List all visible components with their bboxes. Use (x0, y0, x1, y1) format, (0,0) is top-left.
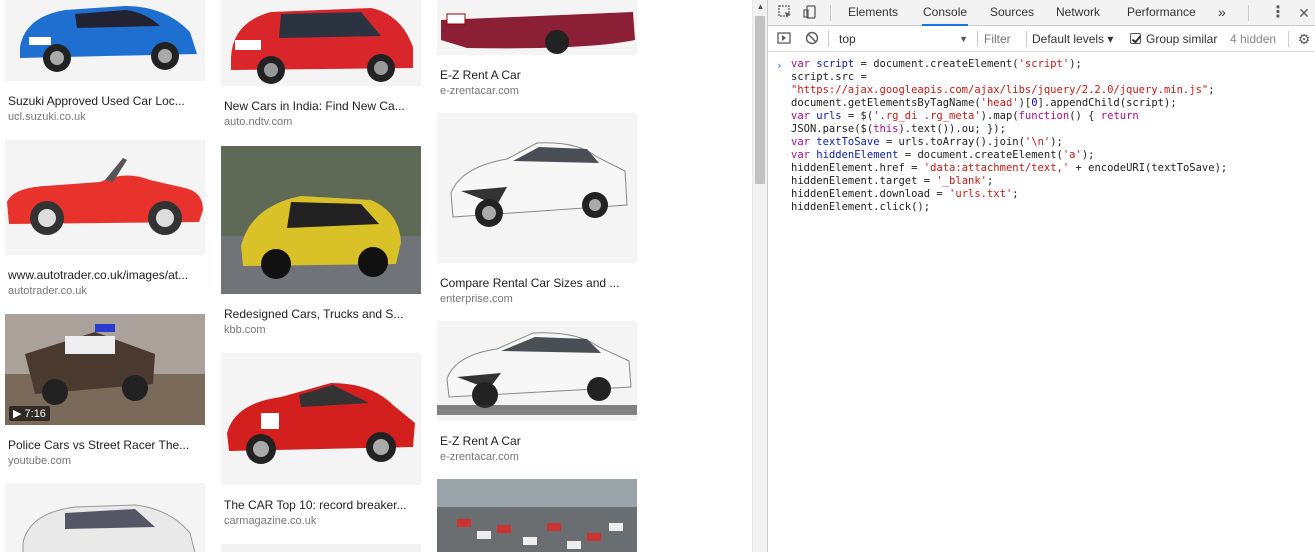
result-source: e-zrentacar.com (440, 85, 519, 97)
duration-text: 7:16 (24, 408, 46, 420)
tab-sources[interactable]: Sources (989, 0, 1035, 26)
code-line: var script = document.createElement('scr… (791, 58, 1082, 70)
result-thumbnail[interactable] (221, 146, 421, 294)
result-caption[interactable]: New Cars in India: Find New Ca... (221, 99, 416, 113)
result-caption[interactable]: Compare Rental Car Sizes and ... (437, 276, 632, 290)
result-card[interactable]: Suzuki Approved Used Car Loc... ucl.suzu… (5, 0, 205, 123)
code-line: hiddenElement.href = 'data:attachment/te… (791, 162, 1228, 174)
result-card[interactable]: www.autotrader.co.uk/images/at... autotr… (5, 140, 205, 297)
result-card[interactable] (221, 544, 421, 552)
kebab-menu-icon[interactable]: ⋮ (1269, 4, 1287, 22)
scroll-thumb[interactable] (755, 16, 765, 184)
device-toolbar-icon[interactable] (801, 4, 819, 22)
toolbar-divider (1026, 31, 1027, 47)
settings-gear-icon[interactable]: ⚙ (1295, 30, 1313, 48)
page-scrollbar[interactable]: ▲ (752, 0, 767, 552)
console-filter-input[interactable] (980, 29, 1024, 49)
result-caption[interactable]: E-Z Rent A Car (437, 434, 632, 448)
result-card[interactable]: ▶ 7:16 Police Cars vs Street Racer The..… (5, 314, 205, 467)
result-source: youtube.com (8, 455, 71, 467)
result-caption[interactable]: Redesigned Cars, Trucks and S... (221, 307, 416, 321)
result-card[interactable]: The CAR Top 10: record breaker... carmag… (221, 353, 421, 527)
scroll-up-arrow-icon[interactable]: ▲ (753, 0, 768, 14)
code-line: JSON.parse($(this).text()).ou; }); (791, 123, 1006, 135)
result-caption[interactable]: www.autotrader.co.uk/images/at... (5, 268, 200, 282)
toolbar-divider (828, 31, 829, 47)
result-source: carmagazine.co.uk (224, 515, 317, 527)
hidden-messages-count: 4 hidden (1230, 32, 1277, 46)
tab-network[interactable]: Network (1055, 0, 1101, 26)
more-tabs-icon[interactable]: » (1217, 0, 1227, 26)
close-icon[interactable]: ✕ (1295, 4, 1313, 22)
result-card[interactable]: New Cars in India: Find New Ca... auto.n… (221, 0, 421, 128)
code-line: var hiddenElement = document.createEleme… (791, 149, 1095, 161)
context-value: top (839, 32, 856, 46)
log-levels-dropdown[interactable]: Default levels ▾ (1032, 29, 1113, 49)
tab-performance[interactable]: Performance (1126, 0, 1197, 26)
result-card[interactable]: E-Z Rent A Car e-zrentacar.com (437, 321, 637, 463)
result-thumbnail[interactable] (221, 353, 421, 485)
inspect-element-icon[interactable] (776, 4, 794, 22)
result-card[interactable]: Compare Rental Car Sizes and ... enterpr… (437, 113, 637, 305)
result-source: autotrader.co.uk (8, 285, 87, 297)
context-selector[interactable]: top ▼ (834, 29, 972, 49)
code-line: hiddenElement.target = '_blank'; (791, 175, 994, 187)
code-line: script.src = (791, 71, 867, 83)
prompt-chevron-icon: › (776, 59, 783, 72)
chevron-down-icon: ▼ (959, 34, 968, 44)
result-caption[interactable]: The CAR Top 10: record breaker... (221, 498, 416, 512)
screen: Suzuki Approved Used Car Loc... ucl.suzu… (0, 0, 1315, 552)
show-sidebar-icon[interactable] (775, 30, 793, 48)
toolbar-divider (977, 31, 978, 47)
code-line: document.getElementsByTagName('head')[0]… (791, 97, 1177, 109)
console-input-code[interactable]: var script = document.createElement('scr… (791, 58, 1227, 214)
result-source: kbb.com (224, 324, 266, 336)
clear-console-icon[interactable] (803, 30, 821, 48)
result-source: enterprise.com (440, 293, 513, 305)
result-caption[interactable]: Police Cars vs Street Racer The... (5, 438, 200, 452)
result-source: e-zrentacar.com (440, 451, 519, 463)
code-line: var textToSave = urls.toArray().join('\n… (791, 136, 1063, 148)
video-thumbnail[interactable]: ▶ 7:16 (5, 314, 205, 425)
group-similar-label: Group similar (1146, 32, 1218, 46)
code-line: hiddenElement.download = 'urls.txt'; (791, 188, 1019, 200)
image-results-grid: Suzuki Approved Used Car Loc... ucl.suzu… (0, 0, 752, 552)
toolbar-divider (830, 5, 831, 21)
result-thumbnail[interactable] (5, 0, 205, 81)
console-toolbar: top ▼ Default levels ▾ Group similar 4 h… (768, 26, 1315, 52)
result-source: ucl.suzuki.co.uk (8, 111, 86, 123)
video-duration: ▶ 7:16 (9, 406, 50, 421)
toolbar-divider (1248, 5, 1249, 21)
code-line: hiddenElement.click(); (791, 201, 931, 213)
result-caption[interactable]: E-Z Rent A Car (437, 68, 632, 82)
result-thumbnail[interactable] (5, 483, 205, 552)
result-caption[interactable]: Suzuki Approved Used Car Loc... (5, 94, 200, 108)
result-card[interactable]: E-Z Rent A Car e-zrentacar.com (437, 0, 637, 97)
result-thumbnail[interactable] (437, 479, 637, 552)
result-thumbnail[interactable] (437, 321, 637, 421)
result-thumbnail[interactable] (437, 113, 637, 263)
toolbar-divider (1288, 31, 1289, 47)
tab-console[interactable]: Console (922, 0, 969, 26)
console-output[interactable]: › var script = document.createElement('s… (768, 53, 1315, 552)
devtools-tabbar: Elements Console Sources Network Perform… (768, 0, 1315, 26)
result-thumbnail[interactable] (5, 140, 205, 255)
result-thumbnail[interactable] (221, 544, 421, 552)
code-line: var urls = $('.rg_di .rg_meta').map(func… (791, 110, 1139, 122)
group-similar-toggle[interactable]: Group similar (1130, 29, 1217, 49)
devtools-panel: Elements Console Sources Network Perform… (767, 0, 1315, 552)
result-thumbnail[interactable] (221, 0, 421, 86)
code-line: "https://ajax.googleapis.com/ajax/libs/j… (791, 84, 1215, 96)
group-similar-checkbox[interactable] (1130, 33, 1141, 44)
result-card[interactable] (5, 483, 205, 552)
result-card[interactable] (437, 479, 637, 552)
result-source: auto.ndtv.com (224, 116, 293, 128)
result-thumbnail[interactable] (437, 0, 637, 55)
result-card[interactable]: Redesigned Cars, Trucks and S... kbb.com (221, 146, 421, 336)
tab-elements[interactable]: Elements (847, 0, 899, 26)
